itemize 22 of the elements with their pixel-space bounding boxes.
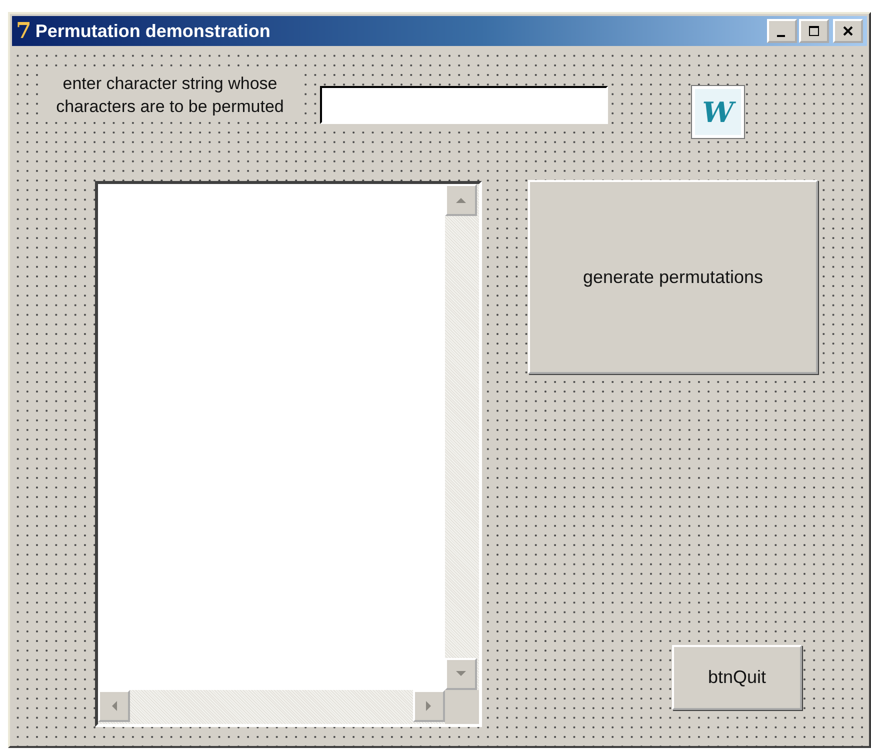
word-button[interactable]: W bbox=[692, 86, 744, 138]
scroll-left-button[interactable] bbox=[98, 690, 130, 722]
horizontal-scrollbar[interactable] bbox=[98, 690, 445, 724]
input-field[interactable] bbox=[320, 86, 608, 124]
maximize-button[interactable] bbox=[799, 19, 829, 43]
scroll-up-button[interactable] bbox=[445, 184, 477, 216]
close-icon bbox=[842, 25, 854, 37]
window-title: Permutation demonstration bbox=[35, 20, 272, 42]
minimize-button[interactable] bbox=[767, 19, 797, 43]
scroll-right-button[interactable] bbox=[413, 690, 445, 722]
up-arrow-icon bbox=[455, 196, 467, 204]
down-arrow-icon bbox=[455, 670, 467, 678]
maximize-icon bbox=[808, 25, 820, 37]
left-arrow-icon bbox=[110, 700, 118, 712]
close-button[interactable] bbox=[833, 19, 863, 43]
minimize-icon bbox=[776, 35, 784, 37]
vertical-scrollbar[interactable] bbox=[445, 184, 479, 690]
generate-button[interactable]: generate permutations bbox=[528, 180, 818, 374]
quit-button[interactable]: btnQuit bbox=[672, 645, 802, 710]
right-arrow-icon bbox=[425, 700, 433, 712]
app-logo: 7 bbox=[16, 20, 32, 42]
scroll-down-button[interactable] bbox=[445, 658, 477, 690]
